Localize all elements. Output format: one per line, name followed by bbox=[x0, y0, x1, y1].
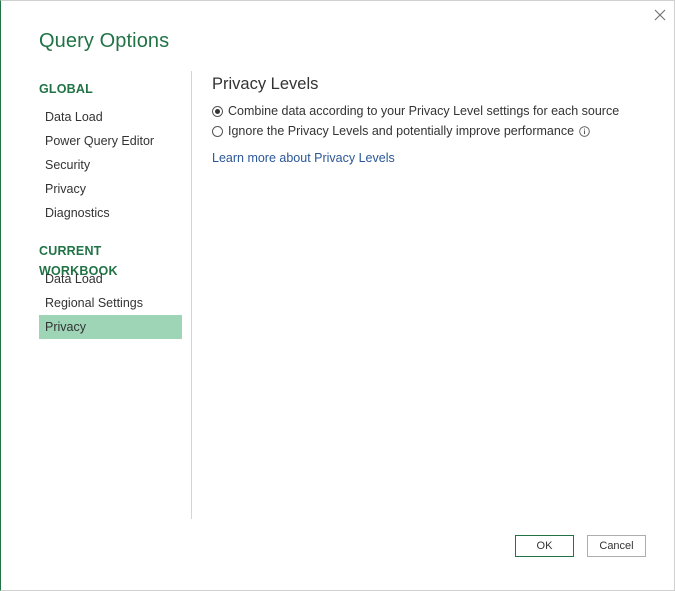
query-options-dialog: Query Options GLOBAL Data Load Power Que… bbox=[0, 0, 675, 591]
nav-item-global-data-load[interactable]: Data Load bbox=[39, 105, 182, 129]
options-nav: GLOBAL Data Load Power Query Editor Secu… bbox=[39, 79, 182, 339]
option-ignore-privacy[interactable]: Ignore the Privacy Levels and potentiall… bbox=[212, 121, 652, 141]
privacy-levels-panel: Privacy Levels Combine data according to… bbox=[212, 75, 652, 167]
ok-button[interactable]: OK bbox=[515, 535, 574, 557]
section-title: Privacy Levels bbox=[212, 75, 319, 93]
nav-item-global-diagnostics[interactable]: Diagnostics bbox=[39, 201, 182, 225]
option-combine-data[interactable]: Combine data according to your Privacy L… bbox=[212, 101, 652, 121]
close-button[interactable] bbox=[651, 6, 669, 24]
info-icon[interactable] bbox=[579, 125, 590, 137]
nav-item-workbook-regional-settings[interactable]: Regional Settings bbox=[39, 291, 182, 315]
cancel-button[interactable]: Cancel bbox=[587, 535, 646, 557]
nav-item-global-security[interactable]: Security bbox=[39, 153, 182, 177]
nav-item-global-privacy[interactable]: Privacy bbox=[39, 177, 182, 201]
nav-item-workbook-privacy[interactable]: Privacy bbox=[39, 315, 182, 339]
option-ignore-privacy-label: Ignore the Privacy Levels and potentiall… bbox=[228, 124, 575, 138]
close-icon bbox=[654, 9, 666, 21]
learn-more-link[interactable]: Learn more about Privacy Levels bbox=[212, 151, 395, 165]
option-combine-data-label: Combine data according to your Privacy L… bbox=[228, 104, 620, 118]
radio-ignore-privacy[interactable] bbox=[212, 125, 223, 137]
nav-header-current-workbook: CURRENT WORKBOOK bbox=[39, 244, 118, 278]
radio-combine-data[interactable] bbox=[212, 105, 223, 117]
dialog-title: Query Options bbox=[39, 30, 170, 52]
nav-divider bbox=[191, 71, 192, 519]
nav-header-global: GLOBAL bbox=[39, 82, 93, 96]
nav-item-global-power-query-editor[interactable]: Power Query Editor bbox=[39, 129, 182, 153]
